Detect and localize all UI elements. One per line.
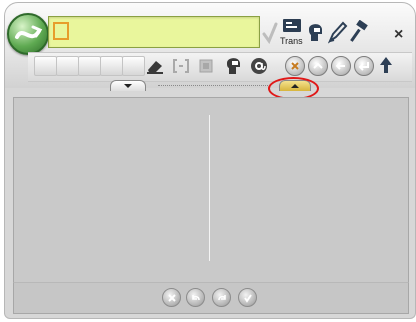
bracket-icon[interactable] [172,58,190,74]
collapse-tab-left[interactable] [110,80,146,91]
left-arrow-icon[interactable] [331,56,351,76]
pen-icon[interactable] [328,20,348,44]
blank-key-4[interactable] [100,56,123,76]
box-icon[interactable] [198,58,214,74]
shift-up-icon[interactable] [378,55,394,75]
bottom-toolbar [13,282,409,314]
at-icon[interactable] [250,57,268,75]
undo-icon[interactable] [186,288,205,307]
content-panel[interactable] [13,97,409,284]
speaker-head-icon[interactable] [306,20,326,44]
bottom-cancel-icon[interactable] [162,288,181,307]
input-caret [53,22,69,40]
panel-divider[interactable] [209,115,210,261]
up-arrow-icon[interactable] [308,56,328,76]
blank-key-3[interactable] [78,56,101,76]
close-button[interactable]: × [394,26,403,44]
trans-icon[interactable] [282,18,302,35]
head-icon[interactable] [224,54,244,76]
app-logo-icon[interactable] [7,13,49,55]
blank-key-1[interactable] [34,56,57,76]
blank-key-2[interactable] [56,56,79,76]
redo-icon[interactable] [212,288,231,307]
hammer-icon[interactable] [348,20,370,44]
eraser-icon[interactable] [146,58,164,74]
search-input[interactable] [71,21,255,43]
blank-key-5[interactable] [122,56,145,76]
chevron-down-icon [124,84,132,88]
check-icon[interactable] [262,22,278,44]
accept-icon[interactable] [238,288,257,307]
search-field[interactable] [48,16,260,48]
app-window: Trans × [0,0,416,322]
trans-label[interactable]: Trans [280,36,303,46]
tab-separator [158,85,268,87]
cancel-icon[interactable] [285,56,305,76]
enter-icon[interactable] [354,56,374,76]
